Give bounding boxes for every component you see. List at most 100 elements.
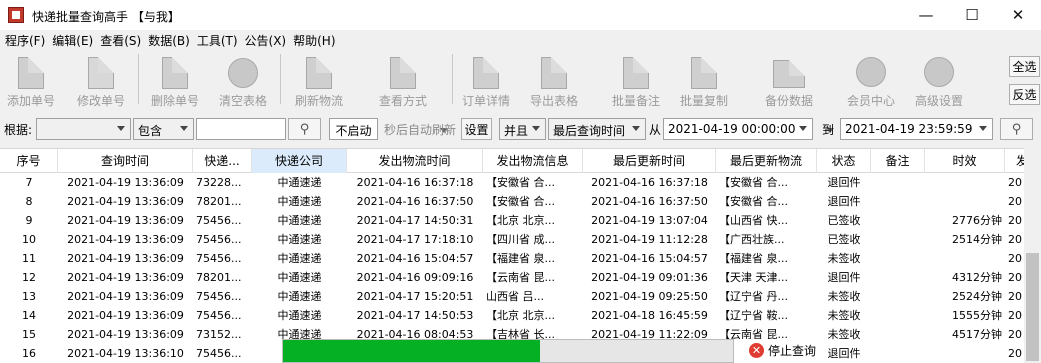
column-header[interactable]: 备注 xyxy=(871,149,925,173)
minimize-button[interactable]: — xyxy=(903,0,949,30)
menu-help[interactable]: 帮助(H) xyxy=(288,32,337,49)
table-cell: 退回件 xyxy=(827,176,861,189)
close-button[interactable]: ✕ xyxy=(995,0,1041,30)
table-cell: 75456... xyxy=(196,214,242,227)
app-window: { "window":{"title":"快递批量查询高手 【与我】","min… xyxy=(0,0,1041,363)
table-row[interactable]: 13 2021-04-19 13:36:09 75456... 中通速递 2021-04… xyxy=(0,287,1024,306)
logic-operator-select[interactable]: 并且 xyxy=(499,118,546,140)
table-cell xyxy=(871,268,925,287)
table-cell: 【福建省 泉... xyxy=(486,252,555,265)
table-cell: 20 xyxy=(1008,290,1022,303)
auto-refresh-seconds-input[interactable]: 不启动 xyxy=(329,118,378,140)
table-row[interactable]: 12 2021-04-19 13:36:09 78201... 中通速递 2021-04… xyxy=(0,268,1024,287)
table-row[interactable]: 7 2021-04-19 13:36:09 73228... 中通速递 2021-04-… xyxy=(0,173,1024,192)
column-header[interactable]: 状态 xyxy=(817,149,871,173)
backup-window-icon xyxy=(773,60,805,88)
table-cell: 20 xyxy=(1008,214,1022,227)
column-header[interactable]: 快递... xyxy=(193,149,252,173)
calendar-dropdown-icon xyxy=(979,126,987,131)
add-number-button[interactable]: 添加单号 xyxy=(4,54,58,110)
from-date-picker[interactable]: 2021-04-19 00:00:00 xyxy=(663,118,813,140)
table-row[interactable]: 11 2021-04-19 13:36:09 75456... 中通速递 2021-04… xyxy=(0,249,1024,268)
order-detail-button[interactable]: 订单详情 xyxy=(458,54,514,110)
column-header[interactable]: 序号 xyxy=(0,149,58,173)
copy-icon xyxy=(691,57,717,89)
member-center-button[interactable]: 会员中心 xyxy=(842,54,900,110)
column-header[interactable]: 发出物流时间 xyxy=(347,149,483,173)
table-cell: 2021-04-19 13:36:09 xyxy=(67,252,184,265)
table-header: 序号 查询时间 快递... 快递公司 发出物流时间 发出物流信息 最后更新时间 最后更新物流状… xyxy=(0,149,1024,173)
chevron-down-icon xyxy=(180,126,188,131)
table-cell: 20 xyxy=(1008,233,1022,246)
menu-tools[interactable]: 工具(T) xyxy=(192,32,240,49)
table-cell: 4312分钟 xyxy=(952,271,1002,284)
clear-table-button[interactable]: 清空表格 xyxy=(214,54,272,110)
table-row[interactable]: 10 2021-04-19 13:36:09 75456... 中通速递 2021-04… xyxy=(0,230,1024,249)
column-header[interactable]: 快递公司 xyxy=(252,149,347,173)
match-mode-select[interactable]: 包含 xyxy=(133,118,194,140)
table-cell: 16 xyxy=(22,347,36,360)
table-cell: 2021-04-16 09:09:16 xyxy=(356,271,474,284)
column-header[interactable]: 发出物流信息 xyxy=(483,149,583,173)
table-cell: 【安徽省 合... xyxy=(486,195,555,208)
backup-data-button[interactable]: 备份数据 xyxy=(760,54,818,110)
table-cell: 2021-04-19 13:36:09 xyxy=(67,195,184,208)
to-date-picker[interactable]: 2021-04-19 23:59:59 xyxy=(840,118,993,140)
menu-notice[interactable]: 公告(X) xyxy=(240,32,289,49)
delete-document-icon xyxy=(162,57,188,89)
table-cell: 【安徽省 合... xyxy=(719,195,788,208)
table-row[interactable]: 14 2021-04-19 13:36:09 75456... 中通速递 2021-04… xyxy=(0,306,1024,325)
table-cell: 2021-04-19 13:07:04 xyxy=(591,214,708,227)
table-cell: 【北京 北京... xyxy=(486,214,555,227)
column-header[interactable]: 查询时间 xyxy=(58,149,193,173)
table-row[interactable]: 9 2021-04-19 13:36:09 75456... 中通速递 2021-04-… xyxy=(0,211,1024,230)
keyword-input[interactable] xyxy=(196,118,286,140)
view-mode-button[interactable]: 查看方式 xyxy=(374,54,432,110)
table-cell: 2021-04-18 16:45:59 xyxy=(591,309,708,322)
table-cell: 10 xyxy=(22,233,36,246)
delete-number-button[interactable]: 删除单号 xyxy=(148,54,202,110)
progress-fill xyxy=(283,340,540,362)
refresh-logistics-button[interactable]: 刷新物流 xyxy=(290,54,348,110)
invert-selection-button[interactable]: 反选 xyxy=(1009,84,1040,105)
table-cell: 20 xyxy=(1008,252,1022,265)
table-cell: 【安徽省 合... xyxy=(486,176,555,189)
search-button[interactable]: ⚲ xyxy=(288,118,321,140)
settings-button[interactable]: 设置 xyxy=(461,118,492,140)
clock-icon xyxy=(856,57,886,87)
table-cell: 2021-04-19 13:36:09 xyxy=(67,271,184,284)
column-header[interactable]: 发 xyxy=(1005,149,1024,173)
filter-field-select[interactable] xyxy=(36,118,131,140)
advanced-settings-button[interactable]: 高级设置 xyxy=(910,54,968,110)
table-cell: 未签收 xyxy=(827,252,861,265)
table-cell: 中通速递 xyxy=(277,309,322,322)
table-cell: 75456... xyxy=(196,309,242,322)
export-table-button[interactable]: 导出表格 xyxy=(526,54,582,110)
edit-number-button[interactable]: 修改单号 xyxy=(74,54,128,110)
date-search-button[interactable]: ⚲ xyxy=(1000,118,1033,140)
column-header[interactable]: 最后更新时间 xyxy=(583,149,716,173)
batch-note-button[interactable]: 批量备注 xyxy=(608,54,664,110)
menu-view[interactable]: 查看(S) xyxy=(95,32,143,49)
menu-program[interactable]: 程序(F) xyxy=(0,32,47,49)
menu-edit[interactable]: 编辑(E) xyxy=(47,32,95,49)
table-row[interactable]: 8 2021-04-19 13:36:09 78201... 中通速递 2021-04-… xyxy=(0,192,1024,211)
column-header[interactable]: 时效 xyxy=(925,149,1005,173)
table-cell: 12 xyxy=(22,271,36,284)
select-all-button[interactable]: 全选 xyxy=(1009,56,1040,77)
stop-query-button[interactable]: ✕ 停止查询 xyxy=(734,339,822,361)
table-cell: 20 xyxy=(1008,309,1022,322)
table-cell: 中通速递 xyxy=(277,252,322,265)
scrollbar-thumb[interactable] xyxy=(1026,253,1039,361)
column-header[interactable]: 最后更新物流 xyxy=(716,149,817,173)
vertical-scrollbar[interactable] xyxy=(1024,148,1041,363)
time-field-select[interactable]: 最后查询时间 xyxy=(548,118,646,140)
menu-data[interactable]: 数据(B) xyxy=(143,32,192,49)
batch-copy-button[interactable]: 批量复制 xyxy=(676,54,732,110)
table-cell: 2776分钟 xyxy=(952,214,1002,227)
view-document-icon xyxy=(390,57,416,89)
maximize-button[interactable]: ☐ xyxy=(949,0,995,30)
chevron-down-icon xyxy=(117,126,125,131)
table-cell: 中通速递 xyxy=(277,214,322,227)
note-scroll-icon xyxy=(623,57,649,89)
